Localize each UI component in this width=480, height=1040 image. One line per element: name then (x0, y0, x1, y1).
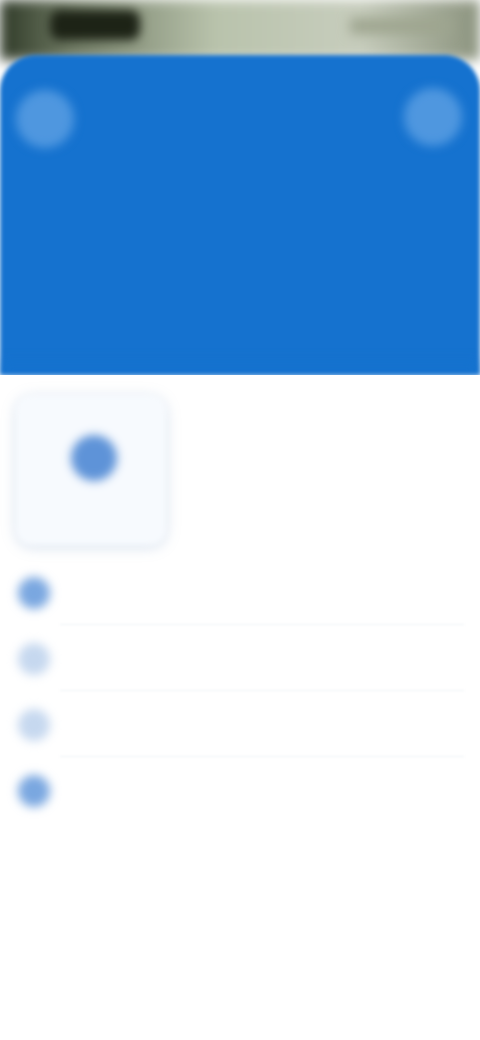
item-icon (18, 709, 50, 741)
shortcut-icon (71, 435, 117, 481)
app-screen (0, 0, 480, 1040)
shortcut-card[interactable] (16, 395, 166, 545)
divider (60, 690, 464, 691)
divider (60, 756, 464, 757)
list-item-label (70, 579, 270, 603)
main-content (0, 375, 480, 1040)
list-item[interactable] (0, 763, 480, 829)
header-subtitle (12, 288, 132, 314)
shortcut-label (36, 505, 146, 523)
item-icon (18, 775, 50, 807)
list-item[interactable] (0, 697, 480, 763)
list-item-label (70, 645, 270, 669)
menu-icon[interactable] (16, 90, 74, 148)
list-item[interactable] (0, 565, 480, 631)
list-item-label (70, 777, 270, 801)
menu-list (0, 565, 480, 829)
profile-icon[interactable] (404, 88, 462, 146)
list-item[interactable] (0, 631, 480, 697)
item-icon (18, 577, 50, 609)
header-title (180, 106, 300, 132)
status-bar-right (350, 18, 450, 34)
status-bar-left (50, 10, 140, 40)
list-item-label (70, 711, 270, 735)
divider (60, 624, 464, 625)
item-icon (18, 643, 50, 675)
